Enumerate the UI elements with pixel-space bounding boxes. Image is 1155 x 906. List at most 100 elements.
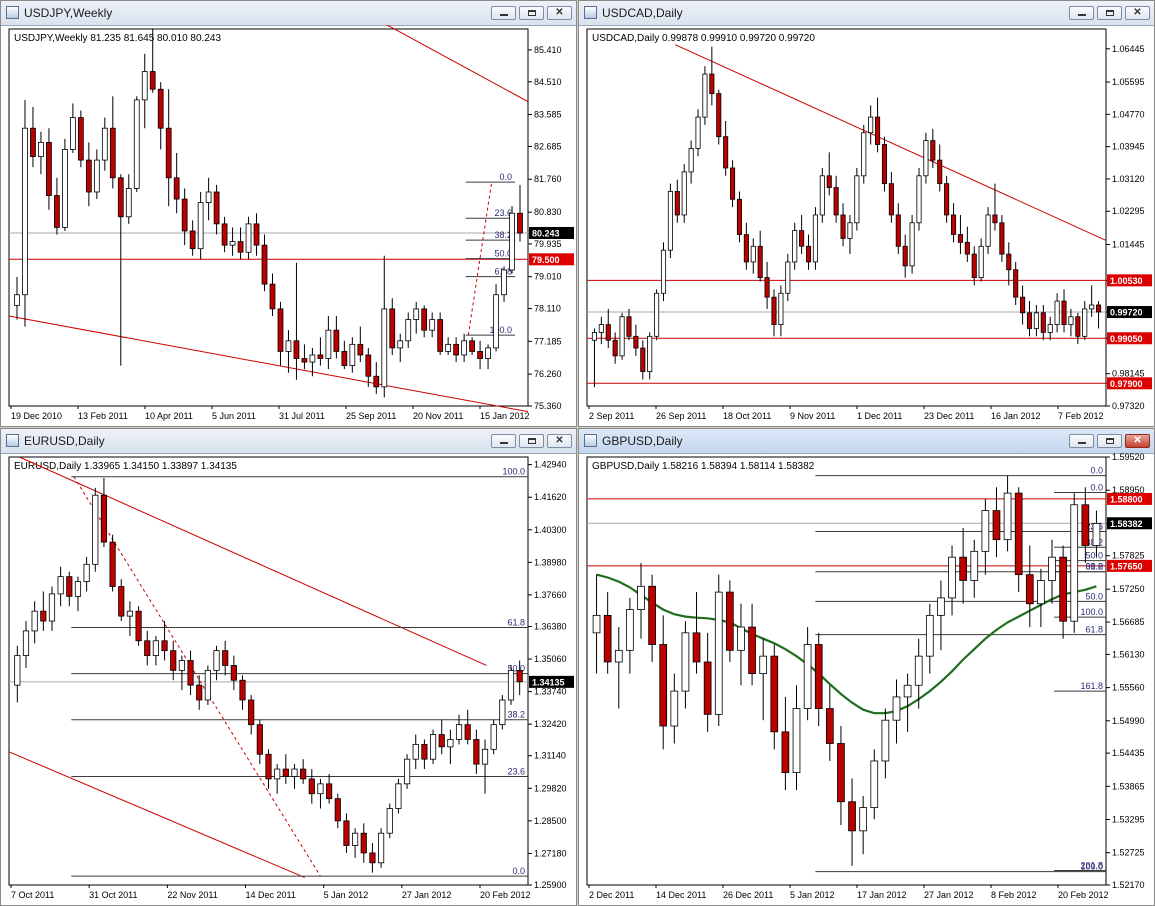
candle-body — [992, 510, 1001, 541]
candle-body — [759, 655, 768, 675]
candle-body — [360, 832, 367, 854]
candle-body — [341, 351, 348, 367]
candle-body — [326, 783, 333, 800]
candle — [395, 778, 402, 814]
x-tick-label: 1 Dec 2011 — [857, 411, 902, 421]
y-tick-label: 1.25900 — [534, 880, 567, 890]
candle-body — [30, 127, 36, 157]
candle-body — [726, 591, 734, 651]
candle-body — [213, 191, 220, 225]
candle-body — [637, 585, 645, 610]
candle-body — [333, 329, 340, 352]
candle — [509, 206, 515, 274]
fibonacci-label: 38.2 — [507, 710, 525, 720]
x-tick-label: 16 Jan 2012 — [991, 411, 1041, 421]
chart-canvas[interactable]: GBPUSD,Daily 1.58216 1.58394 1.58114 1.5… — [579, 453, 1154, 905]
y-tick-label: 1.03120 — [1112, 174, 1145, 184]
candle-body — [133, 99, 140, 189]
candle — [204, 665, 211, 705]
candle-body — [667, 191, 673, 251]
titlebar[interactable]: GBPUSD,Daily ✕ — [579, 429, 1154, 454]
x-tick-label: 20 Nov 2011 — [413, 411, 463, 421]
candle — [403, 754, 411, 789]
candle-body — [948, 556, 956, 599]
x-tick-label: 22 Nov 2011 — [167, 890, 217, 900]
titlebar[interactable]: USDCAD,Daily ✕ — [579, 1, 1154, 26]
candle-body — [868, 116, 874, 134]
candle-body — [1082, 308, 1088, 337]
chart-window-usdcad[interactable]: USDCAD,Daily ✕ USDCAD,Daily 0.99878 0.99… — [578, 0, 1155, 427]
y-tick-label: 1.53865 — [1112, 781, 1145, 791]
minimize-button[interactable] — [491, 434, 516, 448]
candle-body — [743, 234, 749, 263]
candle-body — [870, 760, 879, 808]
candle-body — [152, 640, 159, 656]
minimize-button[interactable] — [1069, 6, 1094, 20]
close-button[interactable]: ✕ — [547, 6, 572, 20]
fibonacci-label: 50.0 — [1085, 591, 1103, 601]
y-tick-label: 1.33740 — [534, 687, 567, 697]
candle-body — [819, 175, 825, 216]
titlebar[interactable]: USDJPY,Weekly ✕ — [1, 1, 576, 26]
candle-body — [714, 591, 723, 715]
fibonacci-label: 0.0 — [500, 172, 513, 182]
maximize-button[interactable] — [519, 6, 544, 20]
chart-window-usdjpy[interactable]: USDJPY,Weekly ✕ USDJPY,Weekly 81.235 81.… — [0, 0, 577, 427]
minimize-button[interactable] — [491, 6, 516, 20]
window-title: EURUSD,Daily — [24, 434, 105, 448]
titlebar[interactable]: EURUSD,Daily ✕ — [1, 429, 576, 454]
candle-body — [461, 340, 467, 356]
close-button[interactable]: ✕ — [547, 434, 572, 448]
y-tick-label: 1.31140 — [534, 751, 566, 761]
maximize-button[interactable] — [1097, 6, 1122, 20]
x-tick-label: 26 Dec 2011 — [723, 890, 773, 900]
candle — [812, 207, 818, 270]
candle — [133, 96, 140, 192]
candle-body — [507, 669, 515, 701]
plot-frame — [586, 28, 1107, 407]
candle-body — [22, 630, 30, 656]
candle — [667, 183, 673, 259]
candle-body — [317, 783, 324, 795]
y-tick-label: 1.54435 — [1112, 748, 1145, 758]
candle-body — [1040, 312, 1046, 333]
maximize-button[interactable] — [1097, 434, 1122, 448]
candle-body — [196, 684, 203, 701]
candle-body — [909, 222, 915, 267]
x-tick-label: 5 Jan 2012 — [324, 890, 369, 900]
chart-canvas[interactable]: USDJPY,Weekly 81.235 81.645 80.010 80.24… — [1, 25, 576, 426]
candle — [660, 242, 667, 302]
candle-body — [38, 141, 44, 157]
candle — [909, 214, 915, 274]
candle-body — [293, 340, 300, 359]
candle — [619, 312, 625, 360]
chart-canvas[interactable]: USDCAD,Daily 0.99878 0.99910 0.99720 0.9… — [579, 25, 1154, 426]
candle-body — [509, 212, 515, 271]
price-label: 0.99050 — [1110, 334, 1143, 344]
chart-window-eurusd[interactable]: EURUSD,Daily ✕ EURUSD,Daily 1.33965 1.34… — [0, 428, 577, 906]
chart-window-gbpusd[interactable]: GBPUSD,Daily ✕ GBPUSD,Daily 1.58216 1.58… — [578, 428, 1155, 906]
candle — [378, 828, 385, 868]
y-tick-label: 81.760 — [534, 174, 562, 184]
maximize-button[interactable] — [519, 434, 544, 448]
candle-body — [22, 127, 28, 296]
candle-body — [971, 253, 977, 278]
minimize-button[interactable] — [1069, 434, 1094, 448]
candle-body — [83, 563, 90, 582]
chart-canvas[interactable]: EURUSD,Daily 1.33965 1.34150 1.33897 1.3… — [1, 453, 576, 905]
fibonacci-label: 61.8 — [1085, 562, 1103, 572]
candle-body — [792, 230, 798, 263]
candle — [702, 66, 708, 125]
candle-body — [261, 244, 268, 285]
candle — [861, 124, 867, 184]
close-button[interactable]: ✕ — [1125, 6, 1150, 20]
candle-body — [447, 739, 454, 748]
y-tick-label: 1.28500 — [534, 816, 567, 826]
candle-body — [204, 669, 211, 701]
window-title: USDCAD,Daily — [602, 6, 683, 20]
candle-body — [950, 214, 957, 235]
y-tick-label: 1.59520 — [1112, 453, 1145, 462]
candle-body — [438, 734, 445, 748]
candle-body — [149, 71, 156, 90]
close-button[interactable]: ✕ — [1125, 434, 1150, 448]
